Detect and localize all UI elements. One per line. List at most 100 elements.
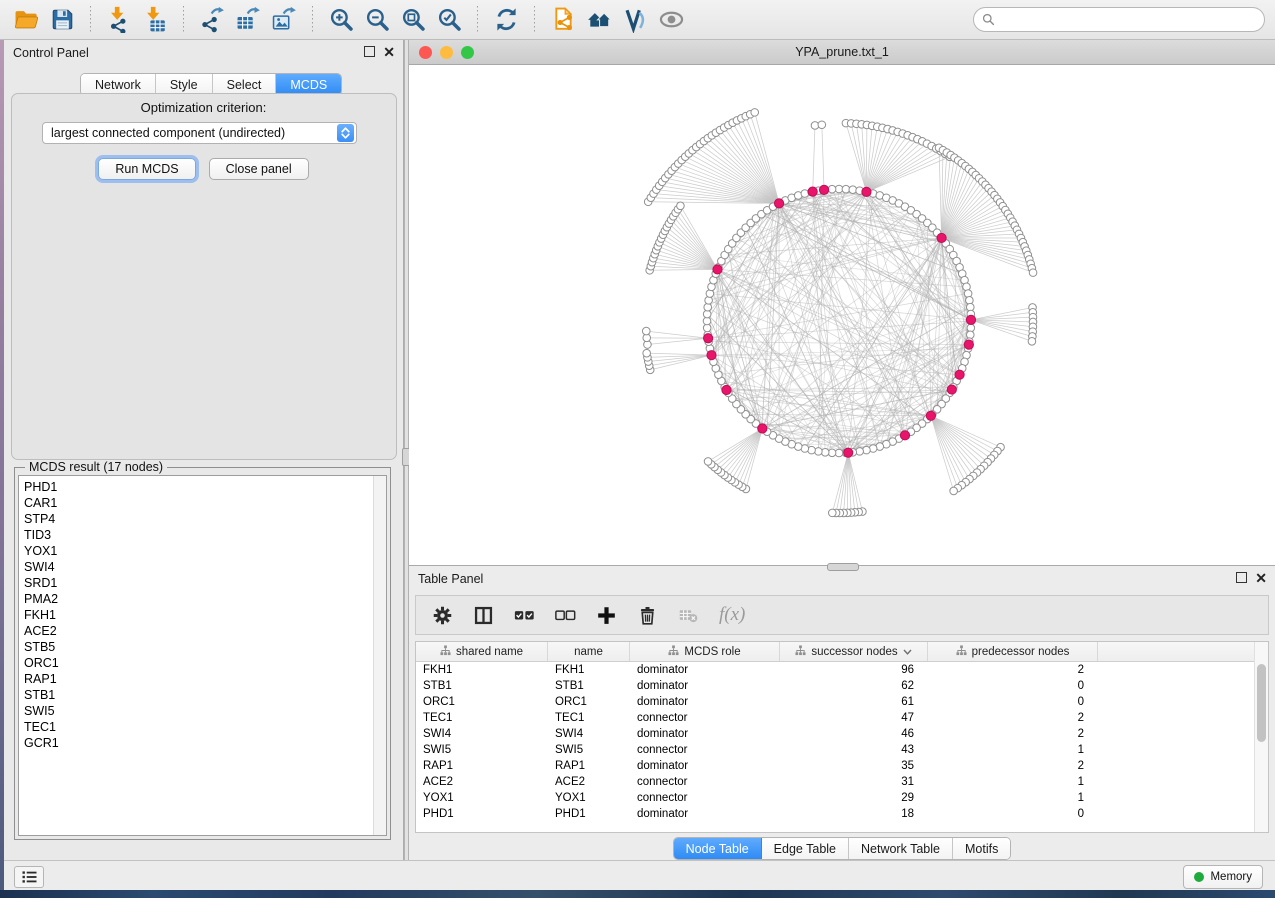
table-scrollbar[interactable]: [1254, 642, 1268, 832]
mcds-result-item[interactable]: YOX1: [24, 543, 59, 559]
mcds-result-item[interactable]: TEC1: [24, 719, 59, 735]
close-panel-button[interactable]: Close panel: [209, 158, 309, 180]
tab-edge-table[interactable]: Edge Table: [762, 838, 849, 859]
toolbar-separator: [90, 6, 91, 34]
delete-column-icon[interactable]: [637, 605, 658, 626]
cell-mcds_role: connector: [630, 776, 780, 788]
mcds-result-item[interactable]: FKH1: [24, 607, 59, 623]
table-row[interactable]: ACE2ACE2connector311: [416, 774, 1268, 790]
mcds-result-item[interactable]: ACE2: [24, 623, 59, 639]
eye-icon[interactable]: [653, 4, 689, 36]
float-table-panel-icon[interactable]: [1236, 572, 1247, 583]
tab-style[interactable]: Style: [156, 74, 213, 95]
select-all-icon[interactable]: [514, 605, 535, 626]
export-table-icon[interactable]: [230, 4, 266, 36]
network-canvas[interactable]: [409, 65, 1275, 565]
column-header-name[interactable]: name: [548, 642, 630, 661]
toolbar-group: [488, 4, 524, 36]
search-input[interactable]: [1001, 12, 1256, 28]
task-history-button[interactable]: [14, 866, 44, 888]
cell-predecessor_nodes: 0: [928, 696, 1098, 708]
close-panel-icon[interactable]: ✕: [383, 47, 395, 57]
share-document-icon[interactable]: [545, 4, 581, 36]
mcds-result-item[interactable]: STB1: [24, 687, 59, 703]
result-list-scrollbar[interactable]: [373, 476, 386, 835]
cell-predecessor_nodes: 0: [928, 808, 1098, 820]
table-row[interactable]: TEC1TEC1connector472: [416, 710, 1268, 726]
table-row[interactable]: PHD1PHD1dominator180: [416, 806, 1268, 822]
import-network-icon[interactable]: [101, 4, 137, 36]
mcds-result-item[interactable]: CAR1: [24, 495, 59, 511]
import-table-icon[interactable]: [137, 4, 173, 36]
mcds-result-item[interactable]: SWI5: [24, 703, 59, 719]
mcds-result-item[interactable]: PHD1: [24, 479, 59, 495]
network-titlebar[interactable]: YPA_prune.txt_1: [409, 40, 1275, 65]
cell-predecessor_nodes: 2: [928, 664, 1098, 676]
home-icon[interactable]: [581, 4, 617, 36]
cell-successor_nodes: 47: [780, 712, 928, 724]
table-row[interactable]: RAP1RAP1dominator352: [416, 758, 1268, 774]
tab-node-table[interactable]: Node Table: [674, 838, 762, 859]
tab-mcds[interactable]: MCDS: [276, 74, 341, 95]
float-panel-icon[interactable]: [364, 46, 375, 57]
save-session-icon[interactable]: [44, 4, 80, 36]
memory-button[interactable]: Memory: [1183, 865, 1263, 889]
table-row[interactable]: YOX1YOX1connector291: [416, 790, 1268, 806]
search-box[interactable]: [973, 7, 1265, 32]
export-image-icon[interactable]: [266, 4, 302, 36]
mcds-result-item[interactable]: STP4: [24, 511, 59, 527]
mcds-result-title: MCDS result (17 nodes): [25, 460, 167, 474]
table-header-row: shared namename MCDS role successor nodesp…: [416, 642, 1268, 662]
open-file-icon[interactable]: [8, 4, 44, 36]
network-graph[interactable]: [409, 65, 1275, 565]
cell-successor_nodes: 35: [780, 760, 928, 772]
tab-motifs[interactable]: Motifs: [953, 838, 1010, 859]
table-row[interactable]: SWI5SWI5connector431: [416, 742, 1268, 758]
mcds-result-item[interactable]: TID3: [24, 527, 59, 543]
mcds-result-item[interactable]: RAP1: [24, 671, 59, 687]
sort-desc-icon: [903, 646, 912, 658]
control-panel: Control Panel ✕ NetworkStyleSelectMCDS O…: [4, 40, 404, 860]
mcds-result-item[interactable]: GCR1: [24, 735, 59, 751]
column-header-predecessor-nodes[interactable]: predecessor nodes: [928, 642, 1098, 661]
cell-name: RAP1: [548, 760, 630, 772]
zoom-in-icon[interactable]: [323, 4, 359, 36]
cell-name: ORC1: [548, 696, 630, 708]
table-row[interactable]: SWI4SWI4dominator462: [416, 726, 1268, 742]
refresh-icon[interactable]: [488, 4, 524, 36]
close-table-panel-icon[interactable]: ✕: [1255, 573, 1267, 583]
mcds-result-list[interactable]: PHD1CAR1STP4TID3YOX1SWI4SRD1PMA2FKH1ACE2…: [18, 475, 387, 836]
optimization-criterion-label: Optimization criterion:: [4, 100, 403, 115]
mcds-result-item[interactable]: PMA2: [24, 591, 59, 607]
export-network-icon[interactable]: [194, 4, 230, 36]
optimization-criterion-select[interactable]: largest connected component (undirected): [42, 122, 357, 144]
column-label: MCDS role: [684, 646, 740, 658]
table-row[interactable]: STB1STB1dominator620: [416, 678, 1268, 694]
zoom-selected-icon[interactable]: [431, 4, 467, 36]
column-visibility-icon[interactable]: [473, 605, 494, 626]
mcds-result-item[interactable]: SRD1: [24, 575, 59, 591]
tab-network[interactable]: Network: [81, 74, 156, 95]
deselect-all-icon[interactable]: [555, 605, 576, 626]
table-row[interactable]: ORC1ORC1dominator610: [416, 694, 1268, 710]
vizmapper-icon[interactable]: [617, 4, 653, 36]
zoom-out-icon[interactable]: [359, 4, 395, 36]
column-header-MCDS-role[interactable]: MCDS role: [630, 642, 780, 661]
add-column-icon[interactable]: [596, 605, 617, 626]
tab-select[interactable]: Select: [213, 74, 277, 95]
tab-network-table[interactable]: Network Table: [849, 838, 953, 859]
table-scrollbar-thumb[interactable]: [1257, 664, 1266, 742]
cell-successor_nodes: 29: [780, 792, 928, 804]
cell-mcds_role: connector: [630, 744, 780, 756]
mcds-result-item[interactable]: SWI4: [24, 559, 59, 575]
run-mcds-button[interactable]: Run MCDS: [98, 158, 195, 180]
column-header-successor-nodes[interactable]: successor nodes: [780, 642, 928, 661]
zoom-fit-icon[interactable]: [395, 4, 431, 36]
mcds-result-item[interactable]: STB5: [24, 639, 59, 655]
table-row[interactable]: FKH1FKH1dominator962: [416, 662, 1268, 678]
column-header-shared-name[interactable]: shared name: [416, 642, 548, 661]
cell-name: PHD1: [548, 808, 630, 820]
table-toolbar: f(x): [415, 595, 1269, 635]
mcds-result-item[interactable]: ORC1: [24, 655, 59, 671]
settings-gear-icon[interactable]: [432, 605, 453, 626]
